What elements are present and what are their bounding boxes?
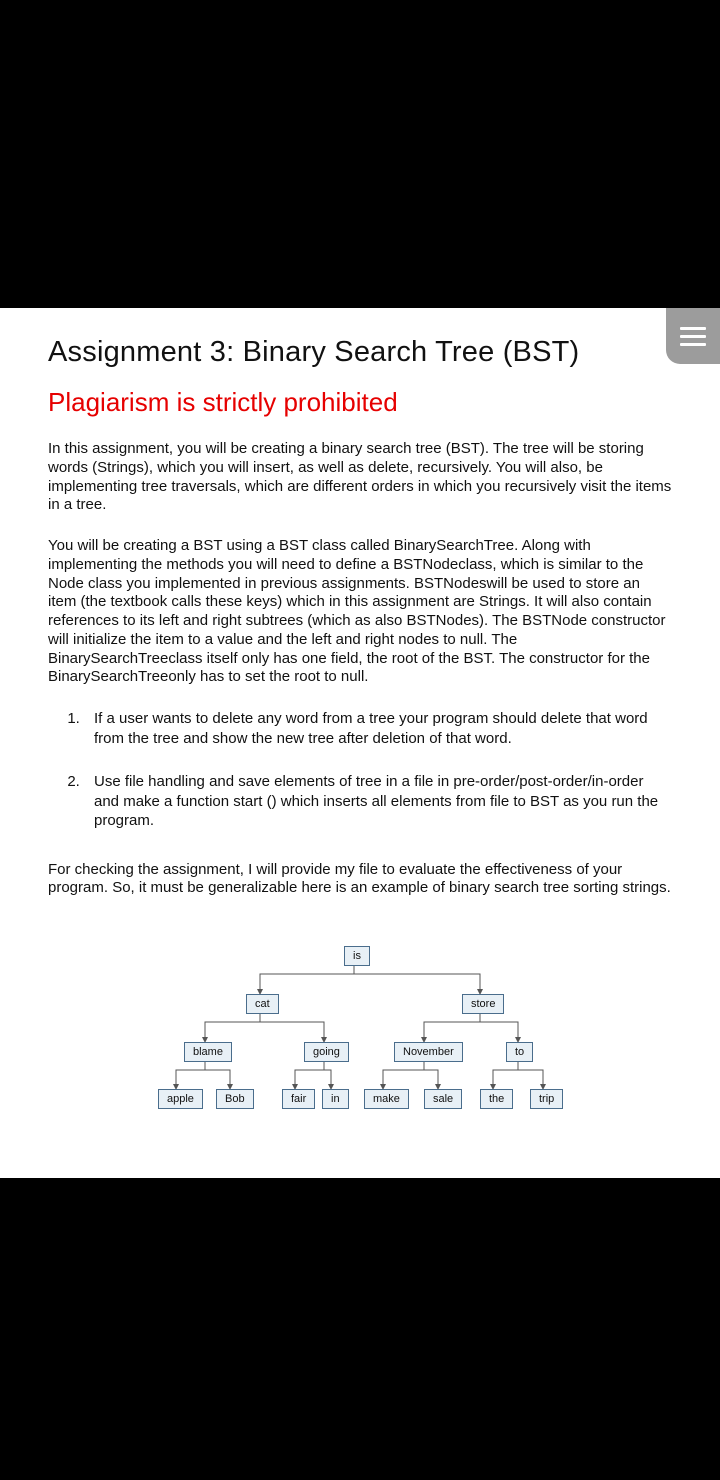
paragraph-checking: For checking the assignment, I will prov… bbox=[48, 861, 672, 899]
tree-node-leaf: sale bbox=[424, 1089, 462, 1109]
tree-node-leaf: fair bbox=[282, 1089, 315, 1109]
document-page: Assignment 3: Binary Search Tree (BST) P… bbox=[0, 308, 720, 1178]
tree-node-root: is bbox=[344, 946, 370, 966]
tree-node: blame bbox=[184, 1042, 232, 1062]
tree-node: cat bbox=[246, 994, 279, 1014]
list-item: If a user wants to delete any word from … bbox=[84, 709, 672, 748]
page-title: Assignment 3: Binary Search Tree (BST) bbox=[48, 336, 672, 369]
tree-node-leaf: apple bbox=[158, 1089, 203, 1109]
paragraph-class-desc: You will be creating a BST using a BST c… bbox=[48, 537, 672, 687]
tree-node: store bbox=[462, 994, 504, 1014]
list-item: Use file handling and save elements of t… bbox=[84, 772, 672, 831]
tree-node: going bbox=[304, 1042, 349, 1062]
warning-heading: Plagiarism is strictly prohibited bbox=[48, 387, 672, 418]
tree-node-leaf: the bbox=[480, 1089, 513, 1109]
tree-node-leaf: Bob bbox=[216, 1089, 254, 1109]
bst-diagram: is cat store blame going November to app… bbox=[48, 944, 672, 1144]
paragraph-intro: In this assignment, you will be creating… bbox=[48, 440, 672, 515]
tree-node: to bbox=[506, 1042, 533, 1062]
tree-node-leaf: trip bbox=[530, 1089, 563, 1109]
tree-edges bbox=[48, 944, 672, 1144]
tree-node-leaf: make bbox=[364, 1089, 409, 1109]
requirements-list: If a user wants to delete any word from … bbox=[84, 709, 672, 831]
hamburger-menu-icon[interactable] bbox=[666, 308, 720, 364]
tree-node-leaf: in bbox=[322, 1089, 349, 1109]
tree-node: November bbox=[394, 1042, 463, 1062]
